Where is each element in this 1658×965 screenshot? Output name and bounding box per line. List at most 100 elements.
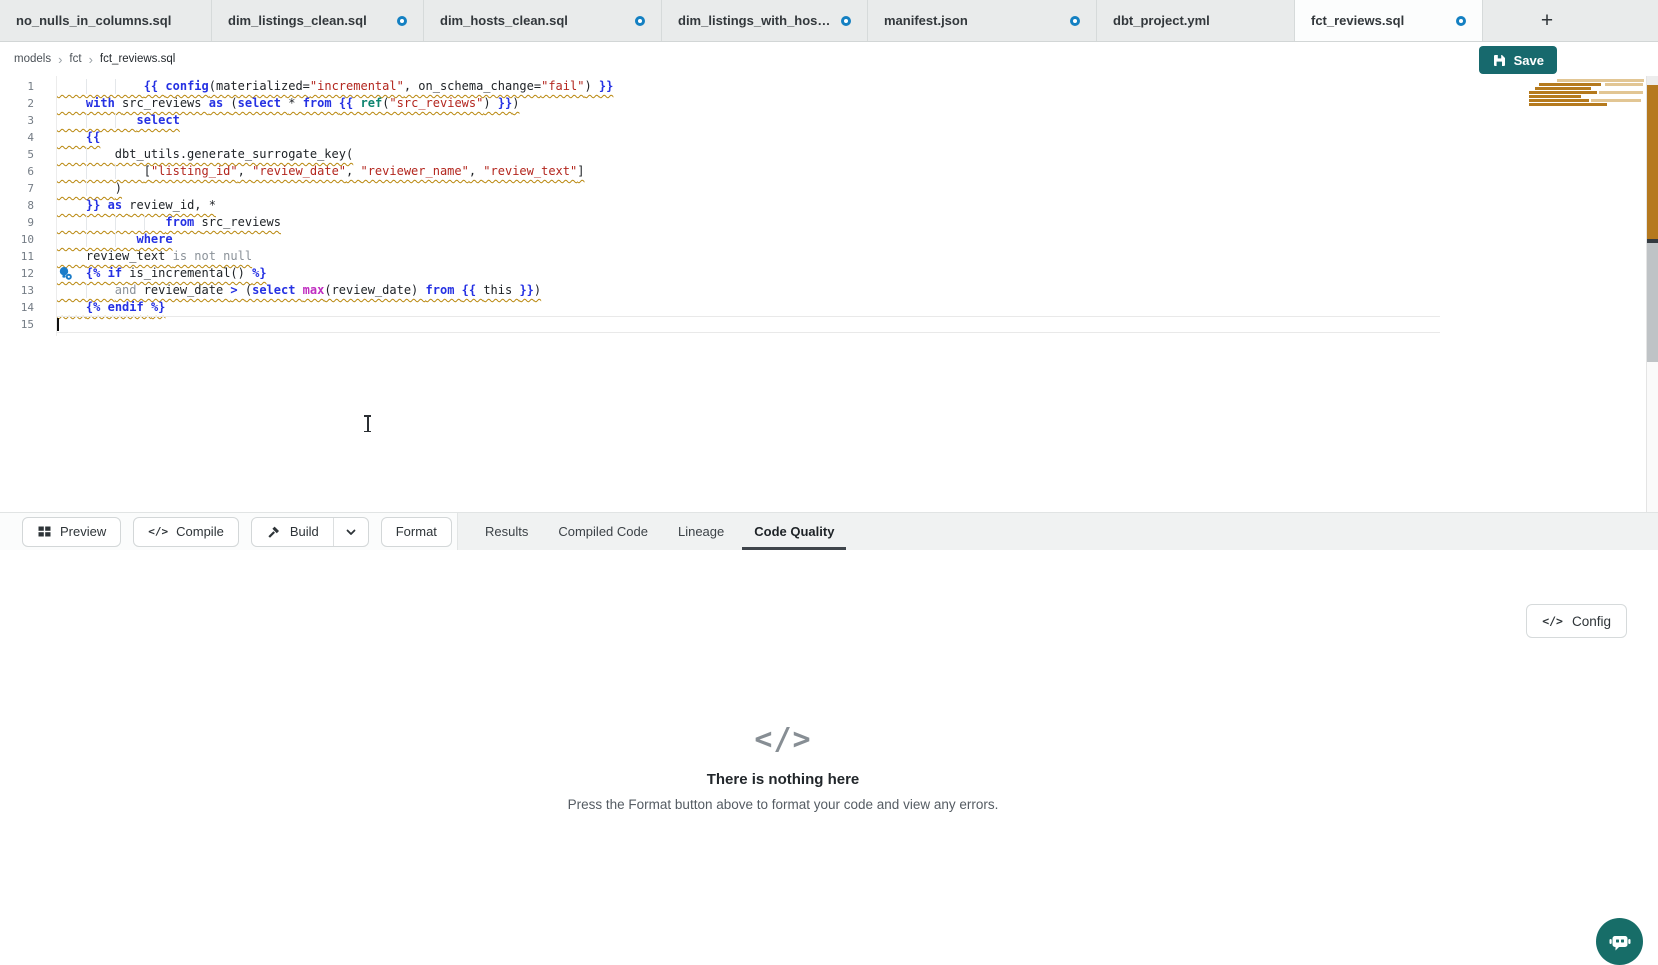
code-line-text: select xyxy=(57,112,180,129)
editor-minimap[interactable] xyxy=(1529,79,1644,113)
unsaved-changes-dot xyxy=(841,16,851,26)
line-number: 13 xyxy=(0,282,34,299)
minimap-row xyxy=(1529,83,1644,86)
file-tab-label: no_nulls_in_columns.sql xyxy=(16,13,171,28)
line-number: 1 xyxy=(0,78,34,95)
code-brackets-icon: </> xyxy=(148,525,168,538)
code-brackets-icon: </> xyxy=(568,722,999,757)
code-line-text: from src_reviews xyxy=(57,214,281,231)
file-tab-label: dim_hosts_clean.sql xyxy=(440,13,568,28)
code-lines[interactable]: 1 {{ config(materialized="incremental", … xyxy=(0,78,1658,333)
config-label: Config xyxy=(1572,614,1611,629)
build-label: Build xyxy=(290,524,319,539)
line-number: 12 xyxy=(0,265,34,282)
unsaved-changes-dot xyxy=(397,16,407,26)
editor-tab-bar: no_nulls_in_columns.sql dim_listings_clea… xyxy=(0,0,1658,42)
empty-state-description: Press the Format button above to format … xyxy=(568,797,999,812)
code-line[interactable]: 2 with src_reviews as (select * from {{ … xyxy=(0,95,1658,112)
breadcrumb-item[interactable]: models xyxy=(14,53,51,65)
code-line-text: {% endif %} xyxy=(57,299,165,316)
code-line[interactable]: 10 where xyxy=(0,231,1658,248)
new-tab-button[interactable]: + xyxy=(1535,9,1559,33)
chat-launcher-button[interactable] xyxy=(1596,918,1643,965)
code-line-text: where xyxy=(57,231,173,248)
line-number: 5 xyxy=(0,146,34,163)
ruler-segment xyxy=(1647,362,1658,512)
code-line[interactable]: 7 ) xyxy=(0,180,1658,197)
code-line-text: ["listing_id", "review_date", "reviewer_… xyxy=(57,163,584,180)
file-tab[interactable]: no_nulls_in_columns.sql xyxy=(0,0,212,41)
panel-tab-compiled-code[interactable]: Compiled Code xyxy=(543,513,663,550)
code-line[interactable]: 8 }} as review_id, * xyxy=(0,197,1658,214)
panel-tab-lineage[interactable]: Lineage xyxy=(663,513,739,550)
code-line[interactable]: 4 {{ xyxy=(0,129,1658,146)
file-tab[interactable]: manifest.json xyxy=(868,0,1097,41)
code-line-text: {% if is_incremental() %} xyxy=(57,265,267,282)
line-number: 2 xyxy=(0,95,34,112)
file-tab[interactable]: fct_reviews.sql xyxy=(1295,0,1483,41)
config-button[interactable]: </> Config xyxy=(1526,604,1627,638)
code-line[interactable]: 12 {% if is_incremental() %} xyxy=(0,265,1658,282)
panel-tab-results[interactable]: Results xyxy=(470,513,543,550)
line-number: 7 xyxy=(0,180,34,197)
code-line-text: ) xyxy=(57,180,122,197)
build-dropdown-button[interactable] xyxy=(333,518,368,546)
minimap-row xyxy=(1529,91,1644,94)
file-tab[interactable]: dim_listings_with_hosts.sql xyxy=(662,0,868,41)
code-line-text: {{ xyxy=(57,129,100,146)
file-tab-label: dim_listings_clean.sql xyxy=(228,13,367,28)
code-line[interactable]: 1 {{ config(materialized="incremental", … xyxy=(0,78,1658,95)
chevron-down-icon xyxy=(344,525,358,539)
line-number: 3 xyxy=(0,112,34,129)
format-label: Format xyxy=(396,524,437,539)
file-tab[interactable]: dbt_project.yml xyxy=(1097,0,1295,41)
line-number: 9 xyxy=(0,214,34,231)
line-number: 11 xyxy=(0,248,34,265)
minimap-row xyxy=(1529,95,1644,98)
file-tab-label: manifest.json xyxy=(884,13,968,28)
minimap-mark xyxy=(1535,87,1591,90)
code-line[interactable]: 11 review_text is not null xyxy=(0,248,1658,265)
code-line-text: {{ config(materialized="incremental", on… xyxy=(57,78,613,95)
line-number: 4 xyxy=(0,129,34,146)
minimap-row xyxy=(1529,79,1644,82)
scrollbar-thumb[interactable] xyxy=(1647,243,1658,362)
file-tab[interactable]: dim_hosts_clean.sql xyxy=(424,0,662,41)
unsaved-changes-dot xyxy=(1456,16,1466,26)
format-button[interactable]: Format xyxy=(381,517,452,547)
code-line[interactable]: 5 dbt_utils.generate_surrogate_key( xyxy=(0,146,1658,163)
code-line[interactable]: 3 select xyxy=(0,112,1658,129)
unsaved-changes-dot xyxy=(635,16,645,26)
minimap-row xyxy=(1529,87,1644,90)
preview-button[interactable]: Preview xyxy=(22,517,121,547)
save-button[interactable]: Save xyxy=(1479,46,1557,74)
code-line[interactable]: 13 and review_date > (select max(review_… xyxy=(0,282,1658,299)
minimap-mark xyxy=(1605,83,1643,86)
panel-tab-code-quality[interactable]: Code Quality xyxy=(739,513,849,550)
minimap-mark xyxy=(1529,99,1589,102)
breadcrumb-item[interactable]: fct_reviews.sql xyxy=(100,53,175,65)
code-line[interactable]: 6 ["listing_id", "review_date", "reviewe… xyxy=(0,163,1658,180)
code-line[interactable]: 15 xyxy=(0,316,1658,333)
chevron-right-icon: › xyxy=(58,53,62,66)
file-tab-label: dbt_project.yml xyxy=(1113,13,1210,28)
preview-grid-icon xyxy=(37,524,52,539)
ruler-warning-marks xyxy=(1647,85,1658,239)
compile-button[interactable]: </> Compile xyxy=(133,517,239,547)
minimap-mark xyxy=(1557,79,1644,82)
build-button[interactable]: Build xyxy=(252,518,333,546)
code-editor[interactable]: 1 {{ config(materialized="incremental", … xyxy=(0,76,1658,512)
line-number: 8 xyxy=(0,197,34,214)
editor-overview-ruler[interactable] xyxy=(1646,76,1658,512)
code-line[interactable]: 9 from src_reviews xyxy=(0,214,1658,231)
action-toolbar: Preview </> Compile Build Format Results… xyxy=(0,512,1658,550)
line-number: 6 xyxy=(0,163,34,180)
minimap-row xyxy=(1529,99,1644,102)
lightbulb-code-action-icon[interactable] xyxy=(58,266,73,281)
code-line[interactable]: 14 {% endif %} xyxy=(0,299,1658,316)
breadcrumb-item[interactable]: fct xyxy=(69,53,81,65)
empty-state: </> There is nothing here Press the Form… xyxy=(568,722,999,812)
file-tab[interactable]: dim_listings_clean.sql xyxy=(212,0,424,41)
active-line-highlight xyxy=(57,316,1440,333)
file-tab-label: fct_reviews.sql xyxy=(1311,13,1404,28)
